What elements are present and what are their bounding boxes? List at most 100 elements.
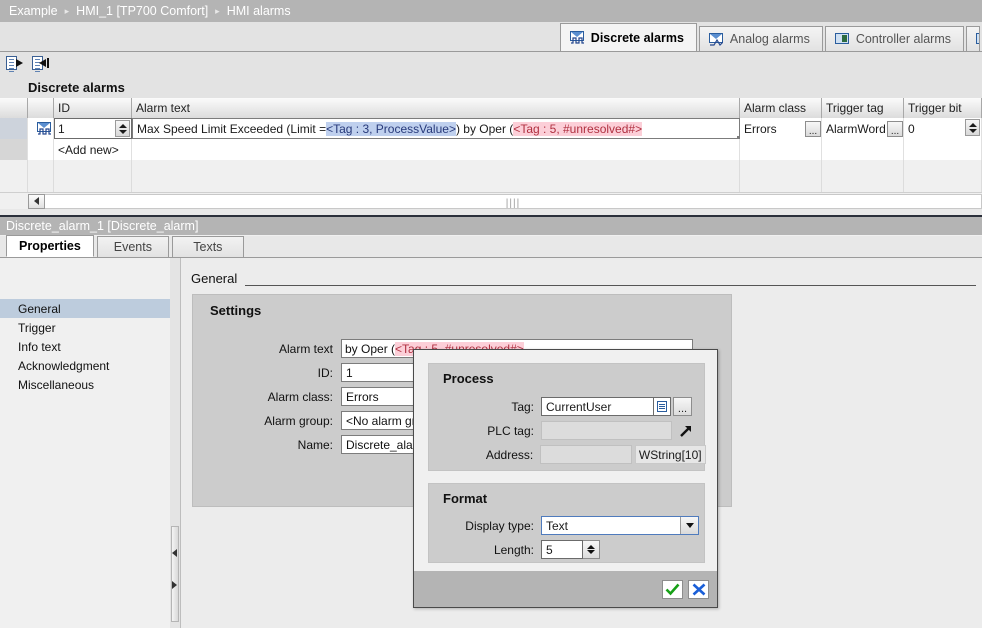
expand-right-icon[interactable] bbox=[172, 581, 177, 589]
cell-empty bbox=[132, 160, 740, 181]
table-row-empty bbox=[0, 160, 982, 181]
format-group: Format Display type: Text Length: 5 bbox=[428, 483, 705, 563]
alarm-text-prefix: Max Speed Limit Exceeded (Limit = bbox=[137, 121, 327, 136]
sidebar-item-label: General bbox=[18, 301, 61, 316]
display-type-select[interactable]: Text bbox=[541, 516, 699, 535]
length-stepper[interactable] bbox=[583, 540, 600, 559]
format-group-title: Format bbox=[443, 491, 488, 506]
address-label: Address: bbox=[485, 447, 534, 462]
sidebar-item-acknowledgment[interactable]: Acknowledgment bbox=[0, 356, 170, 375]
check-icon bbox=[665, 583, 680, 595]
table-horizontal-scrollbar[interactable]: |||| bbox=[0, 192, 982, 209]
sidebar-item-info-text[interactable]: Info text bbox=[0, 337, 170, 356]
breadcrumb: Example ▸ HMI_1 [TP700 Comfort] ▸ HMI al… bbox=[0, 0, 982, 22]
column-header-id[interactable]: ID bbox=[54, 98, 132, 118]
table-header-row: ID Alarm text Alarm class Trigger tag Tr… bbox=[0, 98, 982, 118]
column-header-alarm-class[interactable]: Alarm class bbox=[740, 98, 822, 118]
discrete-alarms-table: ID Alarm text Alarm class Trigger tag Tr… bbox=[0, 98, 982, 202]
row-selector[interactable] bbox=[0, 118, 28, 139]
tab-events[interactable]: Events bbox=[96, 236, 169, 257]
tag-list-icon[interactable] bbox=[654, 397, 671, 416]
alarm-class-browse-button[interactable]: ... bbox=[805, 120, 821, 137]
sidebar-item-trigger[interactable]: Trigger bbox=[0, 318, 170, 337]
property-pane-heading-label: General bbox=[191, 271, 238, 286]
breadcrumb-separator-icon: ▸ bbox=[215, 5, 220, 16]
cell-trigger-bit-value: 0 bbox=[908, 121, 915, 136]
tab-controller-alarms[interactable]: Controller alarms bbox=[824, 26, 964, 51]
more-tabs-icon bbox=[976, 32, 979, 46]
inspector-tab-list: Properties Events Texts bbox=[0, 235, 982, 258]
tag-field[interactable]: CurrentUser bbox=[541, 397, 654, 416]
column-header-trigger-tag[interactable]: Trigger tag bbox=[822, 98, 904, 118]
scroll-track[interactable]: |||| bbox=[45, 193, 982, 209]
tag-configuration-dialog: Process Tag: CurrentUser ... PLC tag: Ad… bbox=[413, 349, 718, 608]
collapse-left-icon[interactable] bbox=[172, 549, 177, 557]
inspector-splitter[interactable] bbox=[170, 258, 181, 628]
scroll-thumb-grip-icon: |||| bbox=[505, 197, 521, 209]
row-alarm-type-cell bbox=[28, 118, 54, 139]
cancel-button[interactable] bbox=[688, 579, 709, 599]
export-button[interactable] bbox=[5, 55, 25, 73]
tab-properties[interactable]: Properties bbox=[6, 235, 94, 257]
length-label: Length: bbox=[493, 542, 534, 557]
cell-trigger-bit[interactable]: 0 bbox=[904, 118, 982, 139]
tab-overflow[interactable] bbox=[966, 26, 980, 51]
accept-button[interactable] bbox=[662, 579, 683, 599]
discrete-alarm-icon bbox=[569, 31, 585, 44]
column-header-select[interactable] bbox=[0, 98, 28, 118]
row-selector bbox=[0, 160, 28, 181]
chevron-down-icon[interactable] bbox=[680, 517, 698, 534]
name-label: Name: bbox=[297, 437, 333, 452]
go-to-arrow-icon[interactable] bbox=[677, 422, 695, 440]
alarm-class-label: Alarm class: bbox=[267, 389, 333, 404]
cell-alarm-text[interactable]: Max Speed Limit Exceeded (Limit = <Tag :… bbox=[132, 118, 740, 139]
cell-trigger-bit-empty[interactable] bbox=[904, 139, 982, 160]
sidebar-item-general[interactable]: General bbox=[0, 299, 170, 318]
cell-alarm-class[interactable]: Errors ... bbox=[740, 118, 822, 139]
sidebar-item-label: Miscellaneous bbox=[18, 377, 95, 392]
breadcrumb-item-editor[interactable]: HMI alarms bbox=[227, 4, 291, 18]
sidebar-item-miscellaneous[interactable]: Miscellaneous bbox=[0, 375, 170, 394]
import-button[interactable] bbox=[31, 55, 51, 73]
sidebar-item-label: Info text bbox=[18, 339, 61, 354]
column-header-alarm-text[interactable]: Alarm text bbox=[132, 98, 740, 118]
trigger-tag-browse-button[interactable]: ... bbox=[887, 120, 903, 137]
application-window: Example ▸ HMI_1 [TP700 Comfort] ▸ HMI al… bbox=[0, 0, 982, 628]
property-pane-heading: General bbox=[191, 266, 976, 286]
alarm-text-tag-unresolved[interactable]: <Tag : 5, #unresolved#> bbox=[513, 121, 643, 136]
cell-alarm-class-empty[interactable] bbox=[740, 139, 822, 160]
cell-id-value: 1 bbox=[58, 121, 65, 136]
tag-browse-button[interactable]: ... bbox=[673, 397, 692, 416]
trigger-bit-stepper[interactable] bbox=[965, 119, 980, 136]
tab-discrete-alarms[interactable]: Discrete alarms bbox=[559, 23, 697, 51]
cell-add-new[interactable]: <Add new> bbox=[54, 139, 132, 160]
id-stepper[interactable] bbox=[115, 120, 130, 137]
address-field bbox=[540, 445, 632, 464]
alarm-text-tag-resolved[interactable]: <Tag : 3, ProcessValue> bbox=[326, 121, 456, 136]
cell-trigger-tag-value: AlarmWord bbox=[826, 121, 886, 136]
splitter-handle[interactable] bbox=[171, 526, 179, 622]
cell-trigger-tag-empty[interactable] bbox=[822, 139, 904, 160]
cell-alarm-text-empty[interactable] bbox=[132, 139, 740, 160]
table-row[interactable]: 1 Max Speed Limit Exceeded (Limit = <Tag… bbox=[0, 118, 982, 139]
scroll-left-button[interactable] bbox=[28, 193, 45, 209]
row-selector[interactable] bbox=[0, 139, 28, 160]
column-header-trigger-bit[interactable]: Trigger bit bbox=[904, 98, 982, 118]
length-field[interactable]: 5 bbox=[541, 540, 583, 559]
alarm-text-middle: ) by Oper ( bbox=[455, 121, 514, 136]
sidebar-item-label: Acknowledgment bbox=[18, 358, 110, 373]
tab-label: Events bbox=[113, 240, 152, 254]
tab-texts[interactable]: Texts bbox=[171, 236, 244, 257]
column-header-icon[interactable] bbox=[28, 98, 54, 118]
breadcrumb-item-project[interactable]: Example bbox=[9, 4, 58, 18]
page-title: Discrete alarms bbox=[0, 76, 982, 98]
alarm-text-field-plain: by Oper ( bbox=[345, 341, 396, 356]
breadcrumb-item-device[interactable]: HMI_1 [TP700 Comfort] bbox=[76, 4, 208, 18]
tab-analog-alarms[interactable]: Analog alarms bbox=[698, 26, 823, 51]
cell-id[interactable]: 1 bbox=[54, 118, 132, 139]
editor-tab-list: Discrete alarms Analog alarms Controller… bbox=[559, 23, 982, 51]
cell-trigger-tag[interactable]: AlarmWord ... bbox=[822, 118, 904, 139]
table-row-add-new[interactable]: <Add new> bbox=[0, 139, 982, 160]
tab-label: Properties bbox=[19, 239, 81, 253]
row-icon-cell bbox=[28, 160, 54, 181]
